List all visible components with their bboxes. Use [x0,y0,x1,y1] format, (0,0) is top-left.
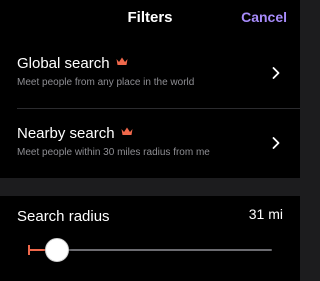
slider-thumb[interactable] [45,238,69,262]
crown-icon [121,127,133,135]
chevron-right-icon [272,137,280,149]
search-radius-label: Search radius [17,208,110,225]
header: Filters Cancel [0,0,300,40]
option-subtitle: Meet people within 30 miles radius from … [17,147,210,158]
cancel-button[interactable]: Cancel [241,9,287,25]
option-title: Nearby search [17,125,133,142]
search-radius-section: Search radius 31 mi [0,196,300,281]
option-title-text: Global search [17,55,110,72]
option-subtitle: Meet people from any place in the world [17,77,195,88]
search-radius-value: 31 mi [248,206,283,222]
search-radius-slider[interactable] [28,238,272,262]
chevron-right-icon [272,67,280,79]
crown-icon [116,57,128,65]
nearby-search-option[interactable]: Nearby search Meet people within 30 mile… [0,110,300,178]
option-title: Global search [17,55,128,72]
slider-min-marker [28,245,30,255]
search-options-list: Global search Meet people from any place… [0,40,300,178]
divider [17,108,300,109]
option-title-text: Nearby search [17,125,115,142]
global-search-option[interactable]: Global search Meet people from any place… [0,40,300,109]
filters-screen: Filters Cancel Global search Meet people… [0,0,300,281]
